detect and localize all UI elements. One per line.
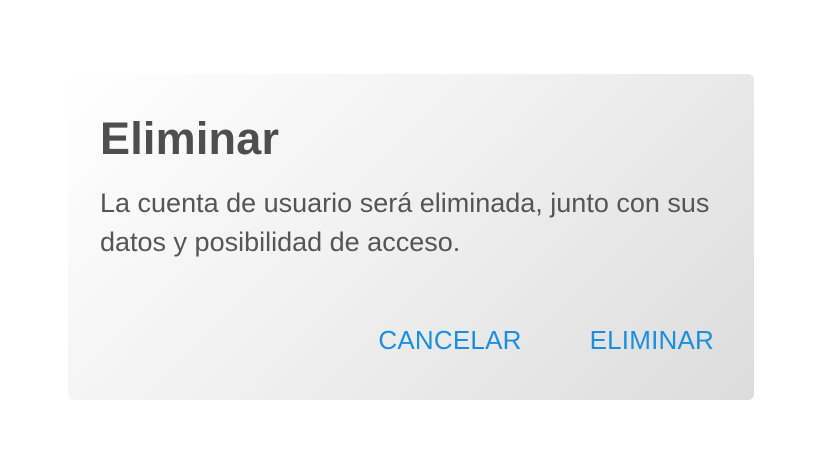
dialog-message: La cuenta de usuario será eliminada, jun… [100,188,710,257]
delete-button[interactable]: ELIMINAR [590,320,714,360]
dialog-title: Eliminar [100,113,280,164]
delete-dialog: Eliminar La cuenta de usuario será elimi… [68,74,754,400]
cancel-button[interactable]: CANCELAR [378,320,521,360]
dialog-actions: CANCELAR ELIMINAR [378,320,714,360]
